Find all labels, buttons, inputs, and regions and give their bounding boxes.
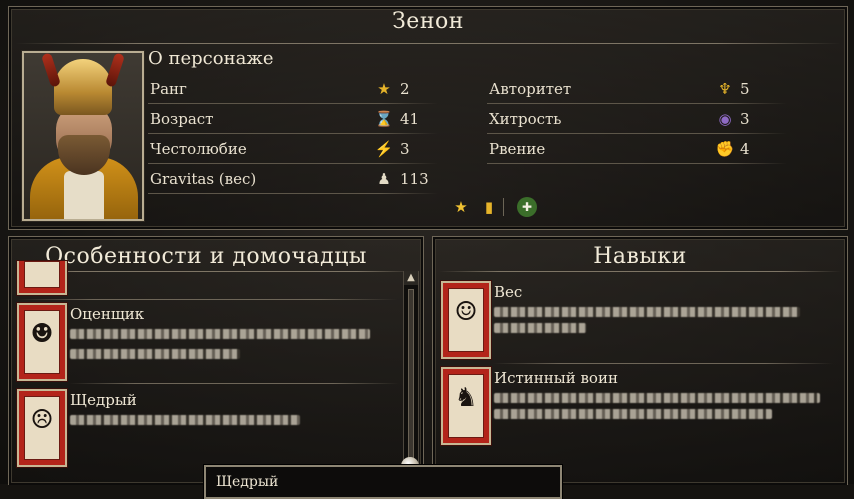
stat-label: Gravitas (вес) xyxy=(150,170,257,188)
skill-description-line xyxy=(494,409,772,419)
theater-mask-icon: ☻ xyxy=(30,319,54,349)
stat-divider xyxy=(148,163,438,164)
skill-description-line xyxy=(494,393,820,403)
trait-description-line xyxy=(70,415,300,425)
star-icon: ★ xyxy=(377,80,391,98)
stat-cunning[interactable]: Хитрость ◉ 3 xyxy=(487,107,799,134)
stat-value: 3 xyxy=(740,110,750,128)
title-divider xyxy=(15,43,841,44)
stat-divider xyxy=(487,163,787,164)
item-separator xyxy=(69,383,399,384)
stat-value: 5 xyxy=(740,80,750,98)
traits-title-divider xyxy=(15,271,417,272)
trait-card-generous[interactable]: ☹ xyxy=(17,389,67,467)
stat-divider xyxy=(148,133,438,134)
skills-title: Навыки xyxy=(593,244,687,269)
hourglass-icon: ⌛ xyxy=(374,110,394,128)
stat-divider xyxy=(487,133,787,134)
stat-value: 3 xyxy=(400,140,410,158)
add-follower-icon[interactable]: ✚ xyxy=(517,197,537,217)
portrait-helmet xyxy=(54,59,112,115)
skills-panel: Навыки ☺ Вес ♞ Истинный воин xyxy=(432,236,848,485)
skill-description-line xyxy=(494,307,800,317)
stat-label: Ранг xyxy=(150,80,187,98)
item-separator xyxy=(493,363,833,364)
stat-value: 113 xyxy=(400,170,429,188)
scroll-icon[interactable]: ▮ xyxy=(479,197,499,217)
character-name: Зенон xyxy=(392,9,464,34)
stat-ambition[interactable]: Честолюбие ⚡ 3 xyxy=(148,137,450,164)
stat-age[interactable]: Возраст ⌛ 41 xyxy=(148,107,450,134)
warrior-icon: ♞ xyxy=(454,383,478,413)
trait-card-partial[interactable] xyxy=(17,261,67,295)
portrait-plume-left xyxy=(40,53,62,88)
trait-card-appraiser[interactable]: ☻ xyxy=(17,303,67,381)
stat-authority[interactable]: Авторитет ♆ 5 xyxy=(487,77,799,104)
skill-card-weight[interactable]: ☺ xyxy=(441,281,491,359)
stat-label: Рвение xyxy=(489,140,546,158)
stat-label: Возраст xyxy=(150,110,214,128)
about-heading: О персонаже xyxy=(148,48,274,69)
stat-value: 2 xyxy=(400,80,410,98)
trait-description-line xyxy=(70,349,240,359)
stat-label: Хитрость xyxy=(489,110,562,128)
trait-title: Щедрый xyxy=(70,391,137,409)
gravitas-icon: ♟ xyxy=(377,170,391,188)
eagle-icon: ♆ xyxy=(718,80,732,98)
stat-divider xyxy=(487,103,787,104)
stat-value: 4 xyxy=(740,140,750,158)
skills-title-divider xyxy=(439,271,841,272)
skill-description-line xyxy=(494,323,586,333)
tooltip-title: Щедрый xyxy=(216,474,279,490)
icon-separator xyxy=(503,198,504,216)
portrait-plume-right xyxy=(104,53,126,88)
item-separator xyxy=(17,299,397,300)
stat-rank[interactable]: Ранг ★ 2 xyxy=(148,77,450,104)
rank-star-icon[interactable]: ★ xyxy=(451,197,471,217)
masks-icon: ☺ xyxy=(454,297,478,327)
scroll-track[interactable] xyxy=(408,289,414,459)
traits-panel: Особенности и домочадцы ☻ Оценщик ☹ Щедр… xyxy=(8,236,424,485)
scroll-up-arrow-icon[interactable]: ▲ xyxy=(404,271,418,285)
stat-value: 41 xyxy=(400,110,420,128)
skill-card-true-warrior[interactable]: ♞ xyxy=(441,367,491,445)
trait-description-line xyxy=(70,329,370,339)
skill-title: Истинный воин xyxy=(494,369,618,387)
portrait-tunic xyxy=(64,171,104,219)
fist-icon: ✊ xyxy=(715,140,735,158)
stat-label: Честолюбие xyxy=(150,140,247,158)
stat-divider xyxy=(148,103,438,104)
character-portrait[interactable] xyxy=(22,51,144,221)
trait-tooltip: Щедрый xyxy=(204,465,562,499)
stat-label: Авторитет xyxy=(489,80,572,98)
lightning-icon: ⚡ xyxy=(374,140,394,158)
stat-divider xyxy=(148,193,438,194)
traits-scrollbar[interactable]: ▲ xyxy=(401,271,419,484)
character-info-panel: Зенон О персонаже Ранг ★ 2 Возраст ⌛ 41 … xyxy=(8,6,848,230)
stat-gravitas[interactable]: Gravitas (вес) ♟ 113 xyxy=(148,167,450,194)
eye-icon: ◉ xyxy=(718,110,732,128)
stat-zeal[interactable]: Рвение ✊ 4 xyxy=(487,137,799,164)
skill-title: Вес xyxy=(494,283,523,301)
trait-title: Оценщик xyxy=(70,305,145,323)
demon-mask-icon: ☹ xyxy=(30,405,54,435)
